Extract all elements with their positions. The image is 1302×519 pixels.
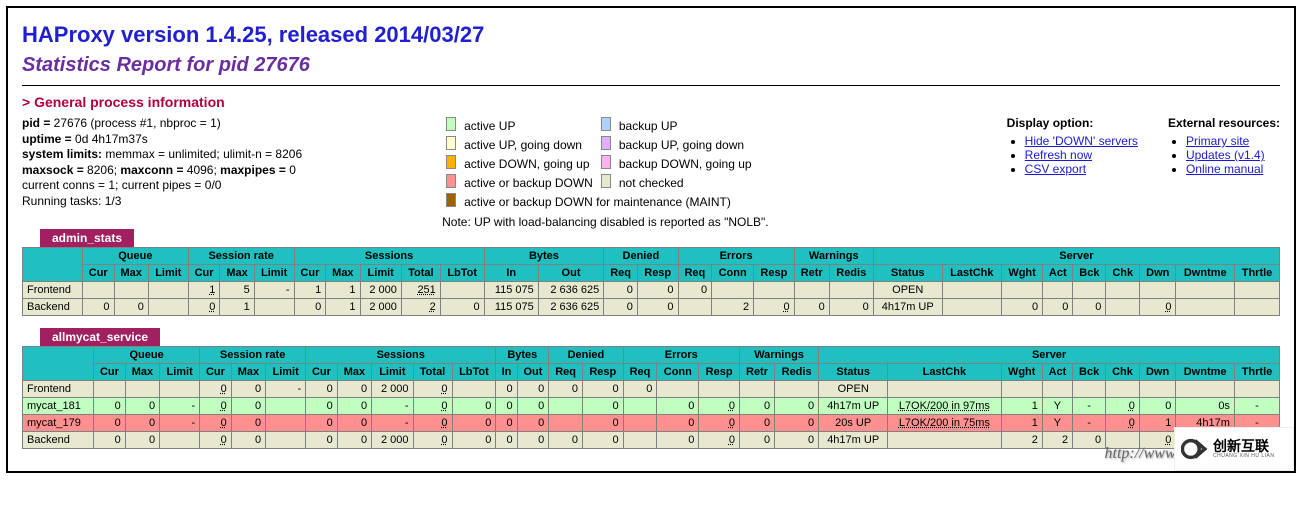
swatch-maint	[446, 193, 456, 207]
table-row: mycat_18100-0000-0000000004h17m UPL7OK/2…	[23, 398, 1280, 415]
link-primary-site[interactable]: Primary site	[1186, 134, 1249, 148]
section-header: > General process information	[22, 94, 1280, 110]
link-csv-export[interactable]: CSV export	[1025, 162, 1086, 176]
swatch-active-down-going-up	[446, 155, 456, 169]
link-refresh[interactable]: Refresh now	[1025, 148, 1092, 162]
pid-label: pid =	[22, 116, 54, 130]
uptime-label: uptime =	[22, 132, 75, 146]
maxconn-label: maxconn =	[120, 163, 186, 177]
swatch-active-up-going-down	[446, 136, 456, 150]
table-row: Frontend 00- 002 0000 00 00 0 OPEN	[23, 381, 1280, 398]
swatch-backup-down-going-up	[601, 155, 611, 169]
table-row: Backend 00 01 012 00020 115 0752 636 625…	[23, 299, 1280, 316]
process-info: pid = 27676 (process #1, nbproc = 1) upt…	[22, 116, 302, 210]
table1-label[interactable]: admin_stats	[40, 229, 134, 247]
table-row: Backend 00 00 002 00000 00 00 00 00 4h17…	[23, 432, 1280, 449]
brand-cn: 创新互联	[1213, 439, 1275, 454]
current-conns: current conns = 1; current pipes = 0/0	[22, 178, 302, 194]
info-row: pid = 27676 (process #1, nbproc = 1) upt…	[22, 116, 1280, 229]
table-row: mycat_17900-0000-00000000020s UPL7OK/200…	[23, 415, 1280, 432]
table2-label[interactable]: allmycat_service	[40, 328, 160, 346]
swatch-backup-up	[601, 117, 611, 131]
link-hide-down[interactable]: Hide 'DOWN' servers	[1025, 134, 1138, 148]
uptime-value: 0d 4h17m37s	[75, 132, 148, 146]
table-row: Frontend 15- 112 000251 115 0752 636 625…	[23, 282, 1280, 299]
swatch-backup-up-going-down	[601, 136, 611, 150]
external-resources-header: External resources:	[1168, 116, 1280, 130]
swatch-down	[446, 174, 456, 188]
brand-badge: 创新互联 CHUANG XIN HU LIAN	[1174, 427, 1294, 471]
external-resources: External resources: Primary site Updates…	[1168, 116, 1280, 176]
page-container: HAProxy version 1.4.25, released 2014/03…	[6, 6, 1296, 473]
brand-en: CHUANG XIN HU LIAN	[1213, 454, 1275, 459]
page-title: HAProxy version 1.4.25, released 2014/03…	[22, 22, 1280, 48]
link-manual[interactable]: Online manual	[1186, 162, 1263, 176]
divider	[22, 85, 1280, 86]
page-subtitle: Statistics Report for pid 27676	[22, 54, 1280, 77]
maxsock-label: maxsock =	[22, 163, 87, 177]
brand-logo-icon	[1181, 435, 1209, 463]
limits-label: system limits:	[22, 147, 105, 161]
right-links: Display option: Hide 'DOWN' servers Refr…	[789, 116, 1280, 176]
maxpipes-label: maxpipes =	[220, 163, 289, 177]
table-admin-stats: Queue Session rate Sessions Bytes Denied…	[22, 247, 1280, 316]
link-updates[interactable]: Updates (v1.4)	[1186, 148, 1265, 162]
table-allmycat-service: Queue Session rate Sessions Bytes Denied…	[22, 346, 1280, 449]
swatch-active-up	[446, 117, 456, 131]
display-options: Display option: Hide 'DOWN' servers Refr…	[1007, 116, 1138, 176]
swatch-not-checked	[601, 174, 611, 188]
limits-value: memmax = unlimited; ulimit-n = 8206	[105, 147, 302, 161]
running-tasks: Running tasks: 1/3	[22, 194, 302, 210]
display-options-header: Display option:	[1007, 116, 1138, 130]
pid-value: 27676 (process #1, nbproc = 1)	[54, 116, 221, 130]
legend-note: Note: UP with load-balancing disabled is…	[442, 215, 768, 229]
legend: active UP backup UP active UP, going dow…	[442, 116, 768, 229]
